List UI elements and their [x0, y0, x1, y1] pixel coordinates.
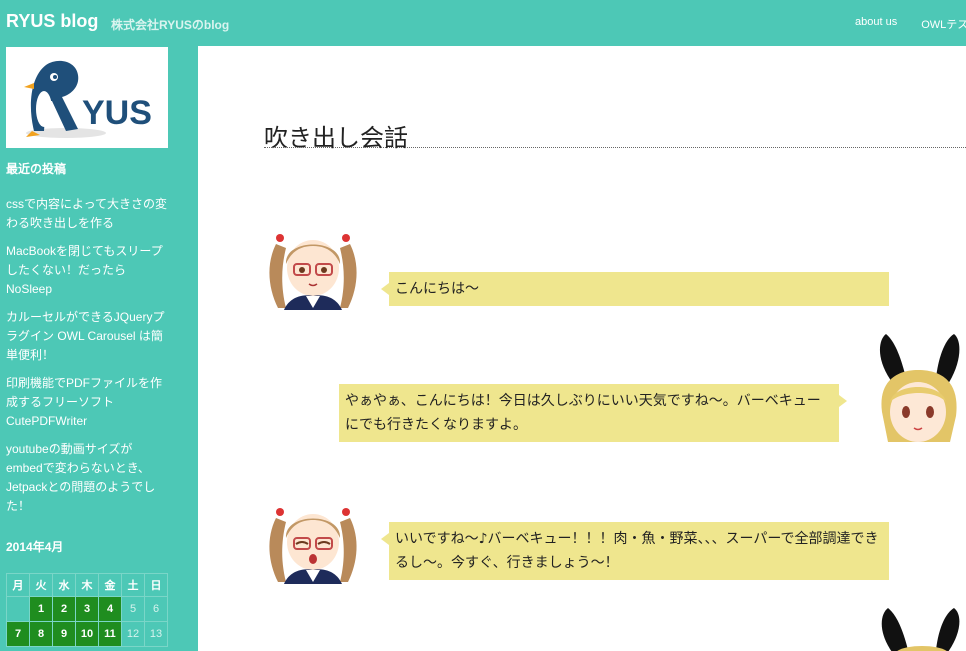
calendar-day-link[interactable]: 8 [29, 621, 53, 647]
calendar-day-link-text[interactable]: 9 [61, 628, 67, 640]
recent-post-link[interactable]: MacBookを閉じてもスリープしたくない！だったらNoSleep [6, 244, 163, 296]
list-item: MacBookを閉じてもスリープしたくない！だったらNoSleep [6, 241, 168, 298]
site-logo[interactable]: YUS [6, 47, 168, 148]
weekday-header: 土 [121, 573, 145, 597]
recent-post-link[interactable]: cssで内容によって大きさの変わる吹き出しを作る [6, 197, 167, 230]
calendar-day-link-text[interactable]: 10 [81, 628, 93, 640]
calendar-day-link-text[interactable]: 11 [104, 628, 116, 640]
calendar-day: 6 [144, 596, 168, 622]
calendar-day-link-text[interactable]: 2 [61, 603, 67, 615]
calendar-day-link-text[interactable]: 3 [84, 603, 90, 615]
calendar-week-row: 1 2 3 4 5 6 [6, 596, 168, 622]
main-content: 吹き出し会話 こんにちは〜 やぁやぁ、こんにちは！今日は久しぶりにいい天気ですね… [198, 46, 966, 651]
sidebar: YUS 最近の投稿 cssで内容によって大きさの変わる吹き出しを作る MacBo… [0, 46, 198, 651]
title-divider [264, 147, 966, 148]
weekday-header: 月 [6, 573, 30, 597]
calendar-day-link[interactable]: 2 [52, 596, 76, 622]
weekday-header: 火 [29, 573, 53, 597]
chat-bubble-left: こんにちは〜 [381, 272, 889, 306]
svg-text:YUS: YUS [82, 94, 152, 132]
weekday-header: 水 [52, 573, 76, 597]
list-item: 印刷機能でPDFファイルを作成するフリーソフトCutePDFWriter [6, 373, 168, 430]
calendar-day-empty [6, 596, 30, 622]
main-nav: about us OWLテス [855, 16, 966, 32]
recent-posts-list: cssで内容によって大きさの変わる吹き出しを作る MacBookを閉じてもスリー… [6, 194, 168, 524]
weekday-header: 木 [75, 573, 99, 597]
site-tagline: 株式会社RYUSのblog [111, 18, 230, 32]
calendar-day-link-text[interactable]: 7 [15, 628, 21, 640]
calendar-day-link[interactable]: 11 [98, 621, 122, 647]
calendar-day-link[interactable]: 4 [98, 596, 122, 622]
girl-glasses-avatar-icon [269, 234, 357, 310]
calendar-day-link-text[interactable]: 1 [38, 603, 44, 615]
calendar-weekday-row: 月 火 水 木 金 土 日 [6, 573, 168, 597]
calendar-day: 13 [144, 621, 168, 647]
girl-glasses-avatar-icon [269, 508, 357, 584]
recent-post-link[interactable]: カルーセルができるJQueryプラグイン OWL Carousel は簡単便利！ [6, 310, 164, 362]
list-item: cssで内容によって大きさの変わる吹き出しを作る [6, 194, 168, 232]
calendar-caption: 2014年4月 [6, 540, 64, 554]
ryus-logo-icon: YUS [24, 60, 152, 138]
recent-post-link[interactable]: 印刷機能でPDFファイルを作成するフリーソフトCutePDFWriter [6, 376, 162, 428]
calendar-day: 5 [121, 596, 145, 622]
calendar-day-link[interactable]: 3 [75, 596, 99, 622]
calendar-day-link-text[interactable]: 4 [107, 603, 113, 615]
calendar-week-row: 7 8 9 10 11 12 13 [6, 621, 168, 647]
calendar-day-link[interactable]: 10 [75, 621, 99, 647]
chat-bubble-left: いいですね〜♪バーベキュー！！！肉・魚・野菜、、、スーパーで全部調達できるし〜。… [381, 522, 889, 580]
chat-bubble-right: やぁやぁ、こんにちは！今日は久しぶりにいい天気ですね〜。バーベキューにでも行きた… [339, 384, 847, 442]
list-item: youtubeの動画サイズがembedで変わらないとき、Jetpackとの問題の… [6, 439, 168, 515]
site-title-link[interactable]: RYUS blog [6, 11, 98, 32]
calendar-day: 12 [121, 621, 145, 647]
calendar-day-link[interactable]: 9 [52, 621, 76, 647]
nav-item-about-us[interactable]: about us [855, 16, 897, 32]
weekday-header: 金 [98, 573, 122, 597]
list-item: カルーセルができるJQueryプラグイン OWL Carousel は簡単便利！ [6, 307, 168, 364]
calendar-day-link[interactable]: 7 [6, 621, 30, 647]
calendar-day-link[interactable]: 1 [29, 596, 53, 622]
site-header: RYUS blog 株式会社RYUSのblog about us OWLテス [0, 0, 966, 46]
recent-posts-heading: 最近の投稿 [6, 162, 67, 176]
calendar-day-link-text[interactable]: 8 [38, 628, 44, 640]
girl-bunny-avatar-icon [879, 334, 960, 442]
girl-bunny-avatar-icon [881, 608, 960, 651]
nav-item-owl-test[interactable]: OWLテス [921, 16, 966, 32]
weekday-header: 日 [144, 573, 168, 597]
calendar-table: 月 火 水 木 金 土 日 1 2 3 4 5 6 7 8 9 10 11 12… [6, 573, 168, 647]
recent-post-link[interactable]: youtubeの動画サイズがembedで変わらないとき、Jetpackとの問題の… [6, 442, 155, 513]
